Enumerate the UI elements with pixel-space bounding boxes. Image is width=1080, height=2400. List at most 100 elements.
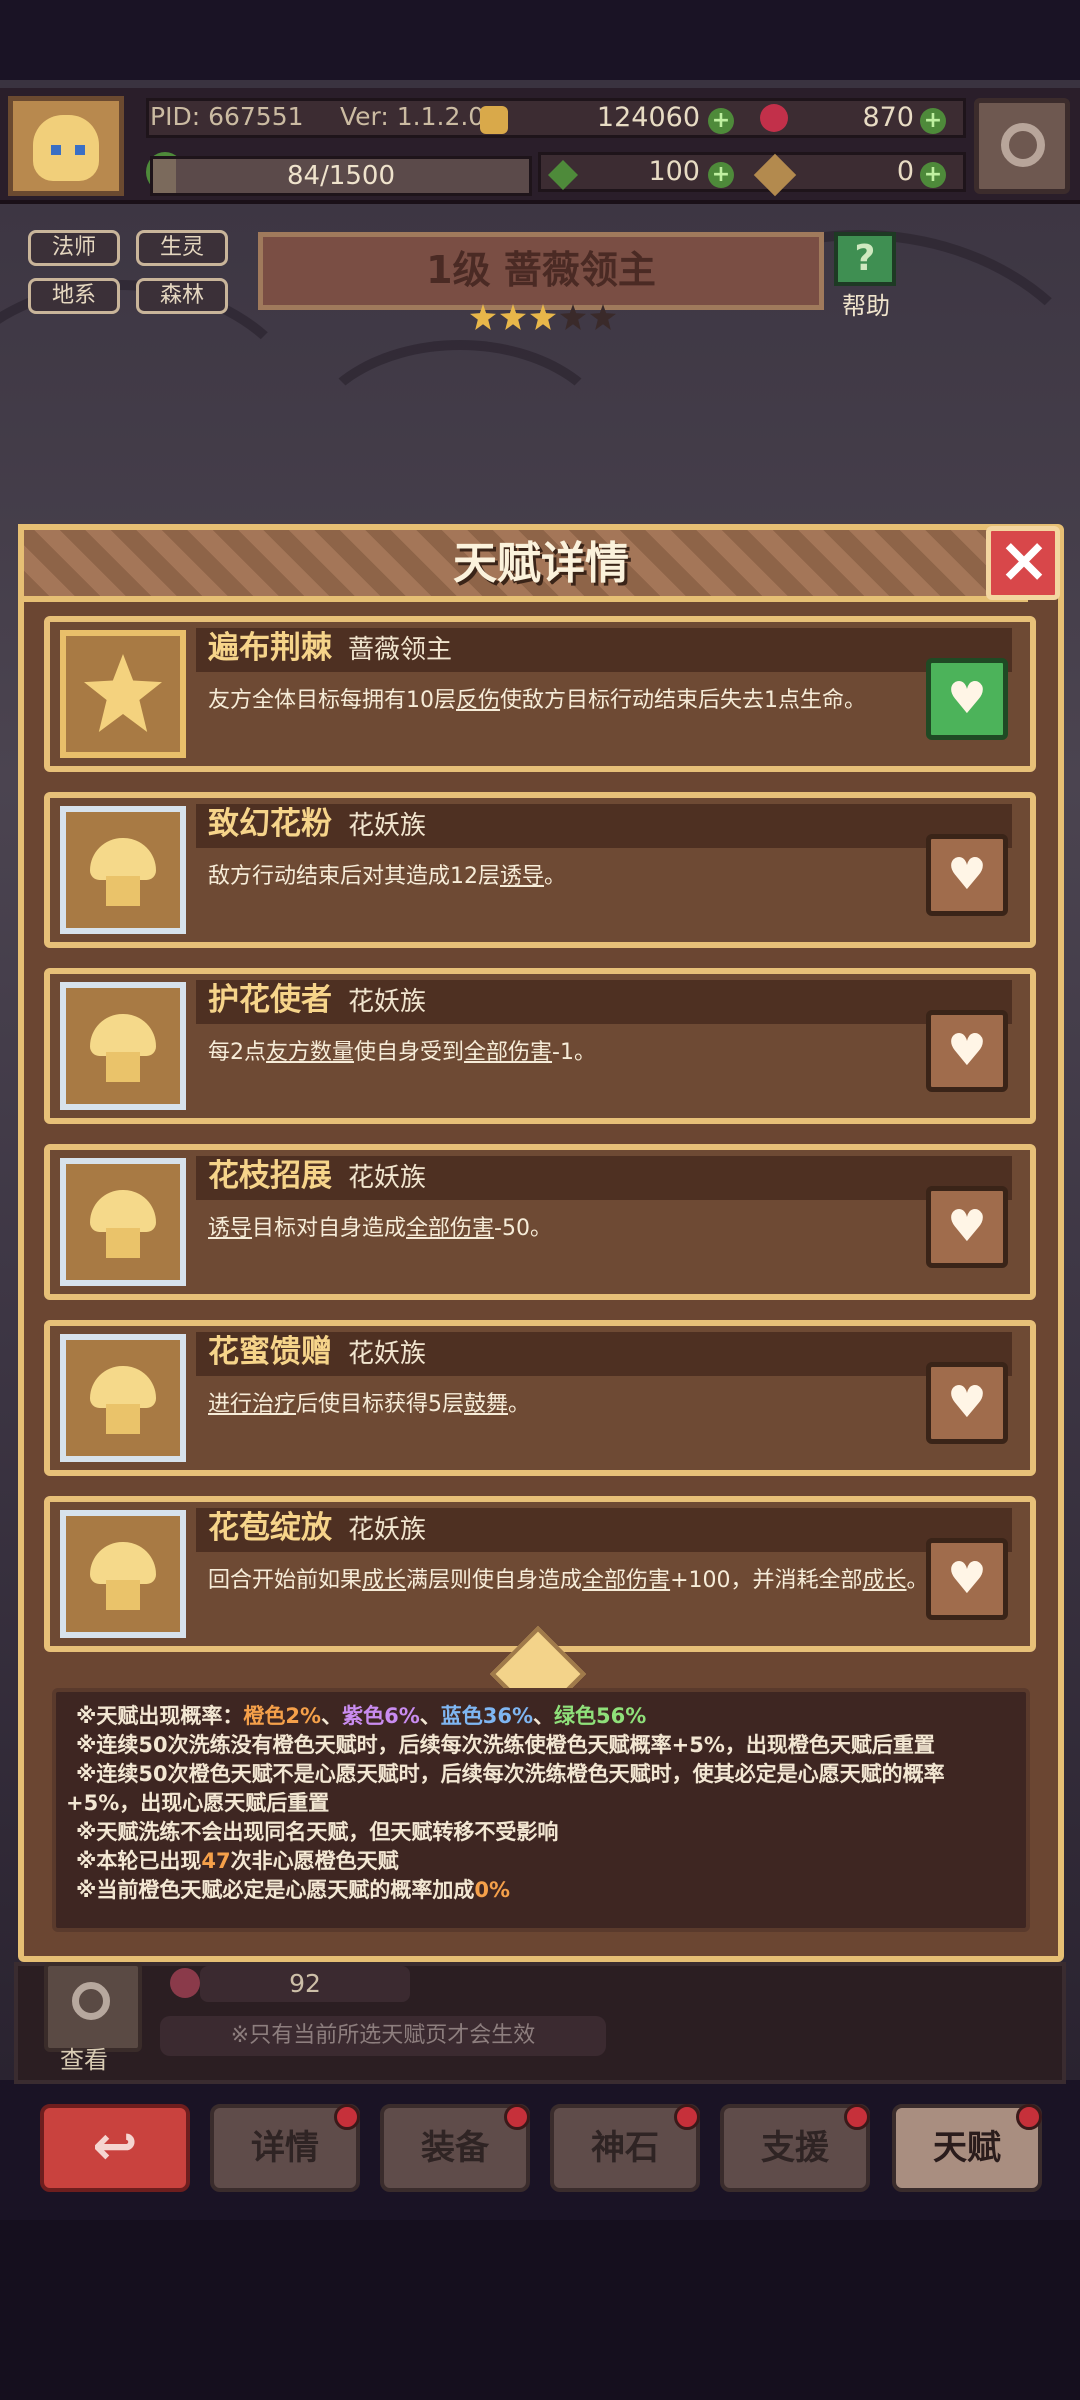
- level-title-banner: 1级 蔷薇领主: [258, 232, 824, 310]
- talent-tribe: 花妖族: [348, 1163, 427, 1193]
- view-label: 查看: [60, 2046, 108, 2074]
- info-line-wish-b: +5%，出现心愿天赋后重置: [66, 1791, 330, 1815]
- talent-card[interactable]: 遍布荆棘 蔷薇领主 友方全体目标每拥有10层反伤使敌方目标行动结束后失去1点生命。 ♥: [44, 616, 1036, 772]
- tab-3[interactable]: 支援: [720, 2104, 870, 2192]
- talent-description: 敌方行动结束后对其造成12层诱导。: [208, 862, 948, 892]
- fruit-icon: [170, 1968, 200, 1998]
- keyword-link[interactable]: 反伤: [456, 688, 500, 713]
- clover-plus-icon[interactable]: +: [708, 162, 734, 188]
- tab-0[interactable]: 详情: [210, 2104, 360, 2192]
- wish-heart-button[interactable]: ♥: [926, 658, 1008, 740]
- mushroom-stem: [106, 1228, 140, 1258]
- keyword-link[interactable]: 鼓舞: [464, 1392, 508, 1417]
- tab-1[interactable]: 装备: [380, 2104, 530, 2192]
- clover-amount: 100: [648, 156, 700, 187]
- version-label: Ver: 1.1.2.0: [340, 102, 485, 131]
- wish-heart-button[interactable]: ♥: [926, 834, 1008, 916]
- help-button[interactable]: ? 帮助: [826, 232, 906, 322]
- gem-plus-icon[interactable]: +: [920, 108, 946, 134]
- talent-name: 花蜜馈赠: [208, 1334, 332, 1370]
- info-line-pity: ※连续50次洗练没有橙色天赋时，后续每次洗练使橙色天赋概率+5%，出现橙色天赋后…: [76, 1733, 935, 1757]
- gold-plus-icon[interactable]: +: [708, 108, 734, 134]
- info-line-dup: ※天赋洗练不会出现同名天赋，但天赋转移不受影响: [76, 1820, 559, 1844]
- talent-card[interactable]: 护花使者 花妖族 每2点友方数量使自身受到全部伤害-1。 ♥: [44, 968, 1036, 1124]
- notification-dot: [1016, 2104, 1042, 2130]
- heart-icon: ♥: [947, 1025, 987, 1076]
- bottom-area: [0, 2220, 1080, 2400]
- mushroom-stem: [106, 1404, 140, 1434]
- talent-name: 致幻花粉: [208, 806, 332, 842]
- tab-2[interactable]: 神石: [550, 2104, 700, 2192]
- talent-card[interactable]: 致幻花粉 花妖族敌方行动结束后对其造成12层诱导。 ♥: [44, 792, 1036, 948]
- tab-4[interactable]: 天赋: [892, 2104, 1042, 2192]
- keyword-link[interactable]: 诱导: [500, 864, 544, 889]
- mushroom-stem: [106, 1580, 140, 1610]
- keyword-link[interactable]: 成长: [863, 1568, 907, 1593]
- tag-element: 地系: [28, 278, 120, 314]
- notification-dot: [844, 2104, 870, 2130]
- wish-heart-button[interactable]: ♥: [926, 1186, 1008, 1268]
- back-arrow-icon: ↩: [92, 2114, 138, 2177]
- xp-bar: 84/1500: [150, 156, 532, 196]
- keyword-link[interactable]: 全部伤害: [582, 1568, 670, 1593]
- talent-name: 护花使者: [208, 982, 332, 1018]
- keyword-link[interactable]: 成长: [362, 1568, 406, 1593]
- scroll-plus-icon[interactable]: +: [920, 162, 946, 188]
- talent-tribe: 花妖族: [348, 1339, 427, 1369]
- talent-icon: [60, 1158, 186, 1286]
- desc-text: 后使目标获得5层: [296, 1392, 465, 1417]
- tab-label: 支援: [761, 2128, 829, 2168]
- talent-tribe: 蔷薇领主: [348, 635, 453, 665]
- talent-name: 花枝招展: [208, 1158, 332, 1194]
- tag-race: 生灵: [136, 230, 228, 266]
- wish-heart-button[interactable]: ♥: [926, 1538, 1008, 1620]
- desc-text: 目标对自身造成: [252, 1216, 407, 1241]
- item-count: 92: [200, 1966, 410, 2002]
- back-button[interactable]: ↩: [40, 2104, 190, 2192]
- desc-text: 。: [508, 1392, 531, 1417]
- star-icon: [530, 304, 556, 330]
- tag-terrain: 森林: [136, 278, 228, 314]
- mushroom-stem: [106, 876, 140, 906]
- heart-icon: ♥: [947, 1553, 987, 1604]
- star-badge-icon: [84, 654, 162, 732]
- desc-text: -1。: [552, 1040, 596, 1065]
- mushroom-icon: [90, 1014, 156, 1056]
- desc-text: 满层则使自身造成: [406, 1568, 583, 1593]
- settings-gear-icon[interactable]: [974, 98, 1070, 194]
- mushroom-icon: [90, 1542, 156, 1584]
- keyword-link[interactable]: 全部伤害: [464, 1040, 552, 1065]
- talent-info-box: ※天赋出现概率：橙色2%、紫色6%、蓝色36%、绿色56% ※连续50次洗练没有…: [52, 1688, 1030, 1932]
- wish-heart-button[interactable]: ♥: [926, 1010, 1008, 1092]
- talent-icon: [60, 1334, 186, 1462]
- close-icon: ×: [998, 523, 1050, 596]
- talent-icon: [60, 806, 186, 934]
- star-icon: [590, 304, 616, 330]
- close-button[interactable]: ×: [986, 523, 1060, 600]
- wish-heart-button[interactable]: ♥: [926, 1362, 1008, 1444]
- talent-description: 诱导目标对自身造成全部伤害-50。: [208, 1214, 948, 1244]
- keyword-link[interactable]: 全部伤害: [406, 1216, 494, 1241]
- talent-tribe: 花妖族: [348, 811, 427, 841]
- keyword-link[interactable]: 诱导: [208, 1216, 252, 1241]
- talent-card[interactable]: 花枝招展 花妖族诱导目标对自身造成全部伤害-50。 ♥: [44, 1144, 1036, 1300]
- mushroom-stem: [106, 1052, 140, 1082]
- talent-card[interactable]: 花蜜馈赠 花妖族进行治疗后使目标获得5层鼓舞。 ♥: [44, 1320, 1036, 1476]
- keyword-link[interactable]: 友方数量: [266, 1040, 354, 1065]
- player-avatar[interactable]: [8, 96, 124, 196]
- heart-icon: ♥: [947, 1377, 987, 1428]
- notification-dot: [504, 2104, 530, 2130]
- view-magnifier-icon[interactable]: [44, 1962, 142, 2052]
- talent-icon: [60, 630, 186, 758]
- desc-text: +100，并消耗全部: [670, 1568, 863, 1593]
- star-icon: [560, 304, 586, 330]
- mushroom-icon: [90, 1190, 156, 1232]
- heart-icon: ♥: [947, 849, 987, 900]
- tag-class: 法师: [28, 230, 120, 266]
- talent-page-note: ※只有当前所选天赋页才会生效: [160, 2016, 606, 2056]
- desc-text: 使敌方目标行动结束后失去1点生命。: [500, 688, 867, 713]
- scroll-amount: 0: [896, 156, 914, 187]
- talent-description: 友方全体目标每拥有10层反伤使敌方目标行动结束后失去1点生命。: [208, 686, 948, 716]
- gem-amount: 870: [862, 102, 914, 133]
- keyword-link[interactable]: 进行治疗: [208, 1392, 296, 1417]
